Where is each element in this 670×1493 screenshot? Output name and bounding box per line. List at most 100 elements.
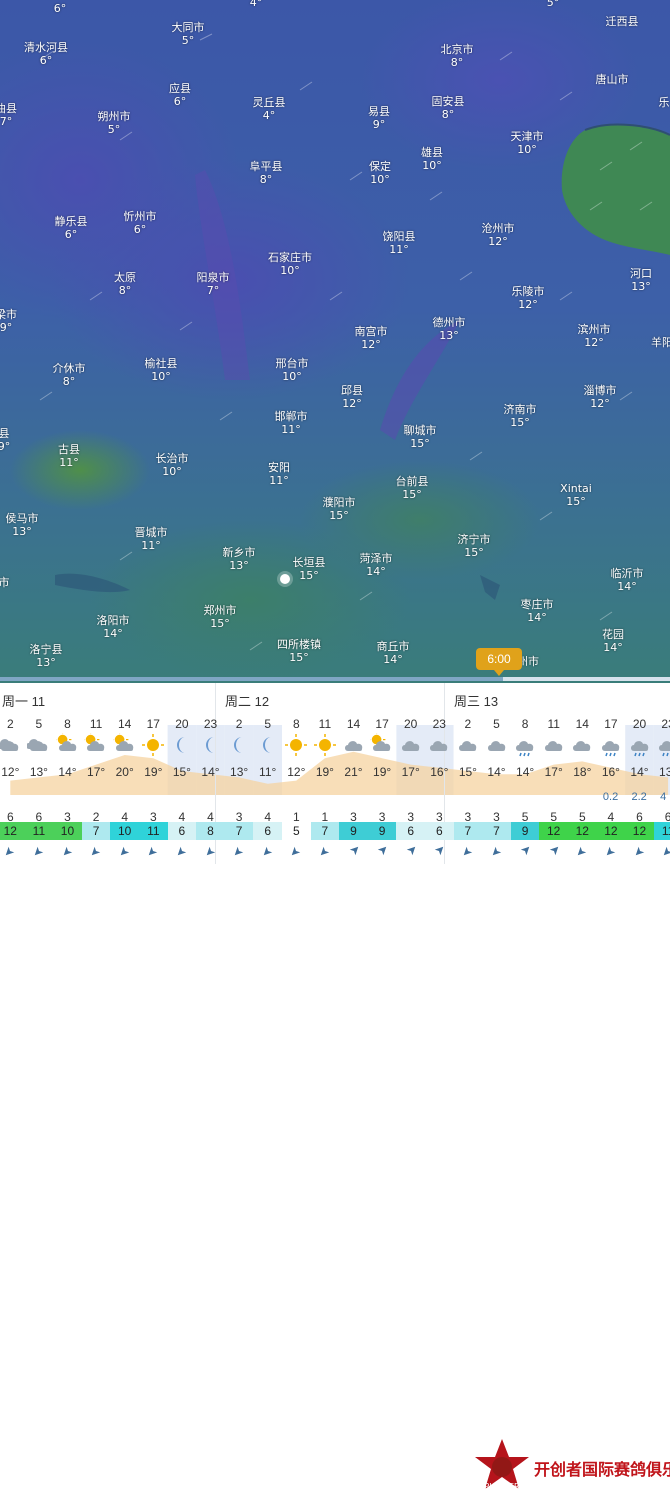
hour-label: 11 — [547, 717, 560, 731]
city-fuping[interactable]: 阜平县 8° — [250, 160, 283, 186]
hour-temperature: 13° — [659, 765, 670, 779]
city-jingle[interactable]: 静乐县 6° — [55, 215, 88, 241]
city-name: 济宁市 — [457, 533, 491, 546]
city-le[interactable]: 乐 — [659, 96, 670, 109]
sunny-icon — [284, 733, 308, 757]
day-label[interactable]: 周三 13 — [454, 691, 498, 710]
city-name: 邢台市 — [275, 357, 309, 370]
city-puyang[interactable]: 濮阳市 15° — [323, 496, 356, 522]
city-name: 固安县 — [431, 95, 465, 108]
city-xingtai[interactable]: 邢台市 10° — [276, 357, 309, 383]
hour-label: 2 — [464, 717, 472, 731]
city-temp: 13° — [36, 656, 56, 669]
city-guxian[interactable]: 古县 11° — [58, 443, 80, 469]
city-top-5[interactable]: 5° — [547, 0, 560, 9]
wind-streaks — [39, 33, 653, 651]
timeline-progress-fill — [0, 677, 503, 681]
city-lingqiu[interactable]: 灵丘县 4° — [253, 96, 286, 122]
city-temp: 12° — [361, 338, 381, 351]
city-yingxian[interactable]: 应县 6° — [169, 82, 191, 108]
day-label[interactable]: 周一 11 — [2, 691, 45, 710]
city-laoling[interactable]: 乐陵市 12° — [512, 285, 545, 311]
cloudy-icon — [399, 733, 423, 757]
city-heze[interactable]: 菏泽市 14° — [360, 552, 393, 578]
hour-label: 8 — [521, 717, 529, 731]
city-handan[interactable]: 邯郸市 11° — [275, 410, 308, 436]
city-name: 灵丘县 — [252, 96, 286, 109]
city-name: 商丘市 — [376, 640, 410, 653]
city-shangqiu[interactable]: 商丘市 14° — [377, 640, 410, 666]
hour-temperature: 15° — [172, 765, 191, 779]
city-qingshuihe[interactable]: 清水河县 6° — [24, 41, 68, 67]
moon-icon — [170, 733, 194, 757]
time-badge[interactable]: 6:00 — [476, 648, 522, 676]
city-binzhou[interactable]: 滨州市 12° — [578, 323, 611, 349]
city-shi-left[interactable]: 市 — [0, 576, 10, 589]
city-yangquan[interactable]: 阳泉市 7° — [197, 271, 230, 297]
city-qianxi[interactable]: 迁西县 — [606, 15, 639, 28]
wind-direction-icon — [518, 843, 532, 857]
city-linyi[interactable]: 临沂市 14° — [611, 567, 644, 593]
city-jiexiu[interactable]: 介休市 8° — [53, 362, 86, 388]
city-xiongxian[interactable]: 雄县 10° — [421, 146, 443, 172]
city-xinzhou[interactable]: 忻州市 6° — [124, 210, 157, 236]
city-name: 唐山市 — [595, 73, 629, 86]
city-huayuan[interactable]: 花园 14° — [602, 628, 624, 654]
city-jinan[interactable]: 济南市 15° — [504, 403, 537, 429]
city-datong[interactable]: 大同市 5° — [172, 21, 205, 47]
city-shijiazhuang[interactable]: 石家庄市 10° — [268, 251, 312, 277]
city-nangong[interactable]: 南宫市 12° — [355, 325, 388, 351]
city-quxian[interactable]: 曲县 7° — [0, 102, 17, 128]
city-cangzhou[interactable]: 沧州市 12° — [482, 222, 515, 248]
city-zaozhuang[interactable]: 枣庄市 14° — [521, 598, 554, 624]
city-yixian[interactable]: 易县 9° — [368, 105, 390, 131]
location-marker[interactable] — [280, 574, 290, 584]
city-houma[interactable]: 侯马市 13° — [6, 512, 39, 538]
city-beijing[interactable]: 北京市 8° — [441, 43, 474, 69]
city-gu-an[interactable]: 固安县 8° — [432, 95, 465, 121]
city-tianjin[interactable]: 天津市 10° — [511, 130, 544, 156]
hour-label: 5 — [493, 717, 500, 731]
city-name: 易县 — [368, 105, 390, 118]
city-baoding[interactable]: 保定 10° — [369, 160, 391, 186]
city-anyang[interactable]: 安阳 11° — [268, 461, 290, 487]
city-xiangyang[interactable]: 羊阳 — [651, 336, 670, 349]
city-shuozhou[interactable]: 朔州市 5° — [98, 110, 131, 136]
city-name: 淄博市 — [583, 384, 617, 397]
city-xintai[interactable]: Xintai 15° — [560, 482, 592, 508]
city-name: 保定 — [369, 160, 391, 173]
city-luoyang[interactable]: 洛阳市 14° — [97, 614, 130, 640]
city-name: 羊阳 — [651, 336, 670, 349]
city-zhengzhou[interactable]: 郑州市 15° — [204, 604, 237, 630]
city-changzhi[interactable]: 长治市 10° — [156, 452, 189, 478]
hour-label: 17 — [604, 717, 618, 731]
city-hekou[interactable]: 河口 13° — [630, 267, 652, 293]
timeline-progress[interactable] — [0, 677, 670, 681]
city-tangshan[interactable]: 唐山市 — [596, 73, 629, 86]
city-name: 滨州市 — [577, 323, 611, 336]
weather-map[interactable]: 6° 4° 5° 迁西县 大同市 5° 清水河县 6° 北京市 8° 唐山市应县 6° 灵丘县 4° 固安县… — [0, 0, 670, 683]
city-qiuxian[interactable]: 邱县 12° — [341, 384, 363, 410]
city-changyuan[interactable]: 长垣县 15° — [293, 556, 326, 582]
city-dezhou[interactable]: 德州市 13° — [433, 316, 466, 342]
city-yushe[interactable]: 榆社县 10° — [145, 357, 178, 383]
moon-icon — [199, 733, 223, 757]
city-taiqian[interactable]: 台前县 15° — [396, 475, 429, 501]
city-raoyang[interactable]: 饶阳县 11° — [383, 230, 416, 256]
city-temp: 10° — [370, 173, 390, 186]
city-zibo[interactable]: 淄博市 12° — [584, 384, 617, 410]
city-top-6[interactable]: 6° — [54, 2, 67, 15]
city-taiyuan[interactable]: 太原 8° — [114, 271, 136, 297]
city-luoning[interactable]: 洛宁县 13° — [30, 643, 63, 669]
city-jining[interactable]: 济宁市 15° — [458, 533, 491, 559]
city-temp: 11° — [281, 423, 301, 436]
city-jincheng[interactable]: 晋城市 11° — [135, 526, 168, 552]
city-xinxiang[interactable]: 新乡市 13° — [223, 546, 256, 572]
city-temp: 14° — [603, 641, 623, 654]
city-xian-left[interactable]: 县 9° — [0, 427, 10, 453]
city-sisuolou[interactable]: 四所楼镇 15° — [277, 638, 321, 664]
city-top-4[interactable]: 4° — [250, 0, 263, 9]
day-label[interactable]: 周二 12 — [225, 691, 269, 710]
city-liangshi[interactable]: 梁市 9° — [0, 308, 17, 334]
city-liaocheng[interactable]: 聊城市 15° — [404, 424, 437, 450]
